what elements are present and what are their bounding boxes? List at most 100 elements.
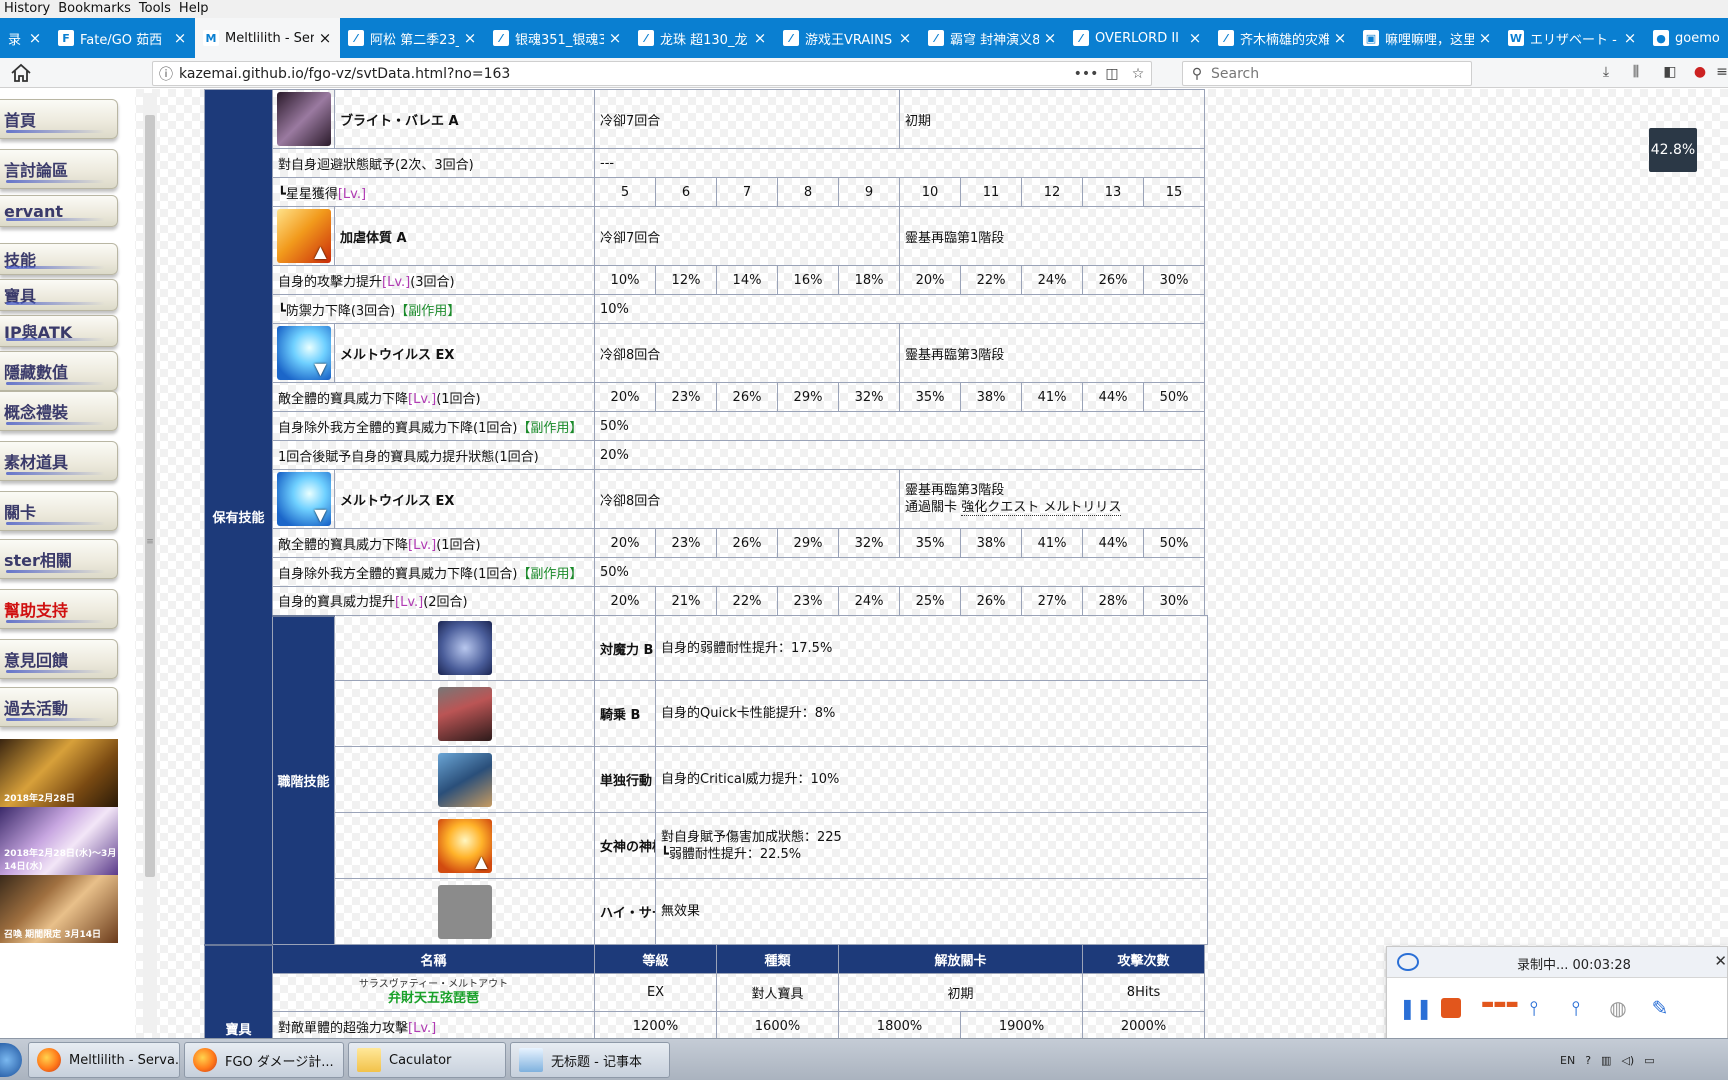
- tab-close-icon[interactable]: ×: [898, 29, 912, 47]
- event-banner[interactable]: 2018年2月28日(水)～3月14日(水): [0, 807, 118, 875]
- browser-tab[interactable]: ▣ 嘛哩嘛哩，这里 ×: [1355, 18, 1500, 58]
- menu-history[interactable]: History: [0, 0, 54, 18]
- skill-icon-cell: ▲: [272, 206, 335, 266]
- browser-tab[interactable]: M Meltlilith - Ser ×: [195, 18, 340, 58]
- skill-icon: [437, 752, 492, 807]
- tab-close-icon[interactable]: ×: [1623, 29, 1637, 47]
- sidebar-nav-button[interactable]: 技能: [0, 243, 118, 275]
- tab-close-icon[interactable]: ×: [1043, 29, 1057, 47]
- taskbar-item[interactable]: 无标题 - 记事本: [510, 1042, 670, 1078]
- browser-tab[interactable]: ⁄ OVERLORD II ×: [1065, 18, 1210, 58]
- sidebar-nav-button[interactable]: 寶具: [0, 279, 118, 311]
- page-actions-icon[interactable]: •••: [1073, 66, 1099, 82]
- table-row: 對敵單體的超強力攻擊[Lv.] 1200% 1600% 1800% 1900% 2000%: [205, 1011, 1208, 1038]
- scrollbar-thumb[interactable]: [145, 115, 155, 877]
- browser-tab[interactable]: W エリザベート - ×: [1500, 18, 1645, 58]
- network-icon[interactable]: ▥: [1601, 1054, 1611, 1067]
- tab-favicon-icon: F: [58, 30, 74, 46]
- effect-value: ---: [593, 148, 1206, 178]
- tab-close-icon[interactable]: ×: [1333, 29, 1347, 47]
- quest-link[interactable]: 強化クエスト メルトリリス: [961, 500, 1122, 516]
- menu-help[interactable]: Help: [175, 0, 213, 18]
- start-orb[interactable]: [0, 1043, 22, 1077]
- sidebar-nav-button[interactable]: 過去活動: [0, 687, 118, 727]
- taskbar-item[interactable]: Meltlilith - Serva...: [28, 1042, 180, 1078]
- search-icon: ⚲: [1191, 65, 1203, 82]
- help-icon[interactable]: ?: [1585, 1054, 1591, 1067]
- sidebar-nav-button[interactable]: 幫助支持: [0, 589, 118, 629]
- level-value: 30%: [1143, 265, 1206, 295]
- browser-tab[interactable]: 录 ×: [0, 18, 50, 58]
- address-bar[interactable]: ⓘ kazemai.github.io/fgo-vz/svtData.html?…: [152, 61, 1152, 86]
- app-icon: [519, 1048, 543, 1072]
- webcam-tool-icon[interactable]: ◍: [1607, 996, 1629, 1020]
- category-class-skills: 職階技能: [272, 614, 335, 945]
- sidebar-toggle-icon[interactable]: ◧: [1660, 64, 1680, 82]
- tab-close-icon[interactable]: ×: [608, 29, 622, 47]
- adblock-icon[interactable]: ●: [1690, 64, 1710, 82]
- tab-close-icon[interactable]: ×: [753, 29, 767, 47]
- browser-tab[interactable]: ⁄ 阿松 第二季23_ ×: [340, 18, 485, 58]
- browser-tab[interactable]: ⁄ 齐木楠雄的灾难 ×: [1210, 18, 1355, 58]
- event-banner[interactable]: 召喚 期間限定 3月14日: [0, 875, 118, 943]
- marker-tool-icon[interactable]: ⫯: [1565, 996, 1587, 1020]
- menu-tools[interactable]: Tools: [135, 0, 175, 18]
- tab-close-icon[interactable]: ×: [1188, 29, 1202, 47]
- sidebar-nav-button[interactable]: ster相關: [0, 539, 118, 579]
- sidebar-scrollbar[interactable]: ≡: [143, 93, 157, 1033]
- pocket-icon[interactable]: ◫: [1099, 66, 1125, 82]
- close-icon[interactable]: ✕: [1714, 952, 1727, 970]
- sidebar-nav-button[interactable]: 首頁: [0, 99, 118, 139]
- library-icon[interactable]: ⫼: [1626, 64, 1646, 82]
- ime-indicator[interactable]: EN: [1560, 1054, 1575, 1067]
- dash-tool-icon[interactable]: ▬▬▬: [1481, 996, 1519, 1020]
- download-icon[interactable]: ⤓: [1596, 64, 1616, 82]
- browser-tab[interactable]: F Fate/GO 茹西 ×: [50, 18, 195, 58]
- level-value: 18%: [837, 265, 901, 295]
- sidebar-nav-button[interactable]: 意見回饋: [0, 639, 118, 679]
- browser-tab[interactable]: ⁄ 霸穹 封神演义8 ×: [920, 18, 1065, 58]
- tab-close-icon[interactable]: ×: [1478, 29, 1492, 47]
- effect-text: 敵全體的寶具威力下降: [278, 391, 409, 407]
- level-tag: [Lv.]: [408, 391, 437, 407]
- menu-bookmarks[interactable]: Bookmarks: [54, 0, 135, 18]
- info-icon[interactable]: ⓘ: [153, 64, 179, 84]
- taskbar-item[interactable]: FGO ダメージ計...: [184, 1042, 344, 1078]
- skill-icon: [437, 621, 492, 675]
- browser-tab[interactable]: ⁄ 银魂351_银魂3 ×: [485, 18, 630, 58]
- search-box[interactable]: ⚲ Search: [1182, 61, 1472, 86]
- brush-tool-icon[interactable]: ⫯: [1523, 996, 1545, 1020]
- tab-close-icon[interactable]: ×: [28, 29, 42, 47]
- effect-label: ┗星星獲得[Lv.]: [272, 177, 595, 207]
- skill-icon-cell: ▲: [334, 812, 595, 879]
- sidebar-nav-button[interactable]: 概念禮裝: [0, 391, 118, 431]
- event-banner[interactable]: 2018年2月28日: [0, 739, 118, 807]
- sidebar-nav-button[interactable]: 素材道具: [0, 441, 118, 481]
- sidebar-nav-button[interactable]: IP與ATK: [0, 315, 118, 347]
- level-tag: [Lv.]: [337, 186, 367, 202]
- sidebar-nav-button[interactable]: 言討論區: [0, 149, 118, 189]
- home-icon[interactable]: [10, 63, 32, 83]
- sidebar-nav-button[interactable]: 隱藏數值: [0, 351, 118, 391]
- browser-tab[interactable]: ● goemon: [1645, 18, 1727, 58]
- level-value: 12%: [655, 265, 717, 295]
- pause-button[interactable]: ❚❚: [1399, 996, 1433, 1020]
- sidebar-nav-button[interactable]: ervant: [0, 195, 118, 227]
- tab-close-icon[interactable]: ×: [463, 29, 477, 47]
- skill-icon: [437, 884, 492, 939]
- browser-tab[interactable]: ⁄ 游戏王VRAINS ×: [775, 18, 920, 58]
- volume-icon[interactable]: ◁): [1621, 1054, 1634, 1067]
- pen-tool-icon[interactable]: ✎: [1649, 996, 1671, 1020]
- effect-value: 50%: [593, 557, 1206, 587]
- notification-icon[interactable]: ▭: [1644, 1054, 1654, 1067]
- tab-close-icon[interactable]: ×: [318, 29, 332, 47]
- level-value: 14%: [716, 265, 778, 295]
- browser-tab[interactable]: ⁄ 龙珠 超130_龙 ×: [630, 18, 775, 58]
- bookmark-star-icon[interactable]: ☆: [1125, 66, 1151, 82]
- stop-button[interactable]: [1441, 998, 1461, 1018]
- tab-close-icon[interactable]: ×: [173, 29, 187, 47]
- menu-icon[interactable]: ≡: [1712, 64, 1728, 82]
- sidebar-nav-button[interactable]: 關卡: [0, 491, 118, 531]
- level-value: 29%: [777, 528, 839, 558]
- taskbar-item[interactable]: Caculator: [348, 1042, 506, 1078]
